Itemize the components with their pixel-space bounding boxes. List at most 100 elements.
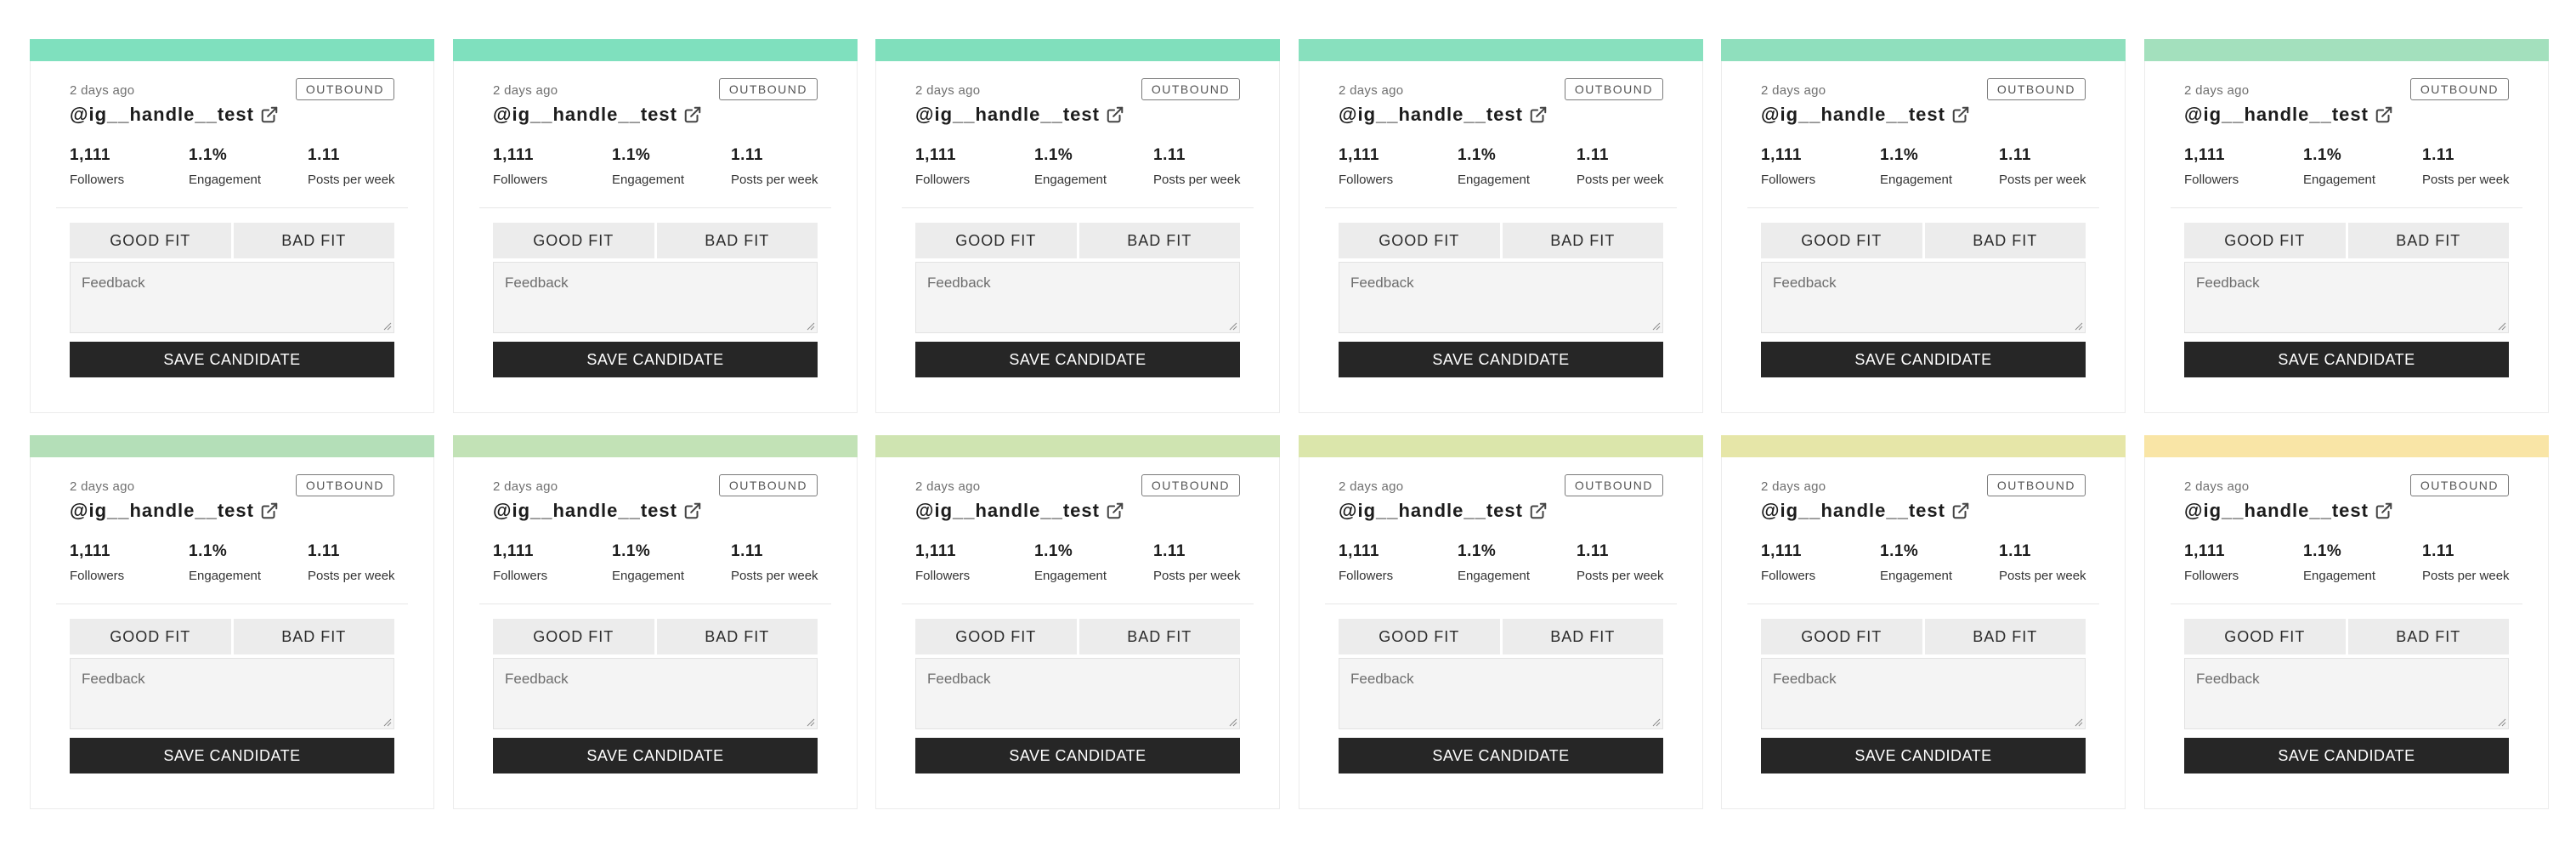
handle-link[interactable]: @ig__handle__test (70, 104, 279, 126)
feedback-textarea[interactable]: Feedback (2184, 262, 2509, 333)
feedback-textarea[interactable]: Feedback (493, 262, 818, 333)
good-fit-button[interactable]: GOOD FIT (70, 223, 231, 258)
save-candidate-button[interactable]: SAVE CANDIDATE (915, 738, 1240, 774)
handle-link[interactable]: @ig__handle__test (1339, 500, 1548, 522)
external-link-icon[interactable] (260, 105, 279, 124)
external-link-icon[interactable] (1529, 502, 1548, 520)
save-candidate-button[interactable]: SAVE CANDIDATE (1761, 738, 2086, 774)
candidate-card: 2 days ago OUTBOUND @ig__handle__test 1,… (2144, 435, 2549, 809)
external-link-icon[interactable] (683, 105, 702, 124)
feedback-textarea[interactable]: Feedback (1761, 262, 2086, 333)
resize-grip-icon[interactable] (807, 718, 815, 727)
resize-grip-icon[interactable] (2498, 322, 2506, 331)
bad-fit-button[interactable]: BAD FIT (233, 619, 394, 654)
feedback-textarea[interactable]: Feedback (493, 658, 818, 729)
external-link-icon[interactable] (1951, 502, 1970, 520)
handle-link[interactable]: @ig__handle__test (1761, 500, 1970, 522)
handle-link[interactable]: @ig__handle__test (915, 104, 1124, 126)
instagram-handle[interactable]: @ig__handle__test (1761, 500, 1945, 522)
save-candidate-button[interactable]: SAVE CANDIDATE (1339, 738, 1663, 774)
bad-fit-button[interactable]: BAD FIT (1924, 223, 2086, 258)
bad-fit-button[interactable]: BAD FIT (1079, 619, 1240, 654)
feedback-textarea[interactable]: Feedback (70, 262, 394, 333)
resize-grip-icon[interactable] (1652, 322, 1661, 331)
handle-link[interactable]: @ig__handle__test (2184, 104, 2393, 126)
instagram-handle[interactable]: @ig__handle__test (70, 500, 254, 522)
save-candidate-button[interactable]: SAVE CANDIDATE (70, 738, 394, 774)
handle-link[interactable]: @ig__handle__test (493, 104, 702, 126)
bad-fit-button[interactable]: BAD FIT (2347, 223, 2509, 258)
save-candidate-button[interactable]: SAVE CANDIDATE (493, 738, 818, 774)
handle-link[interactable]: @ig__handle__test (915, 500, 1124, 522)
feedback-textarea[interactable]: Feedback (70, 658, 394, 729)
resize-grip-icon[interactable] (2075, 322, 2083, 331)
instagram-handle[interactable]: @ig__handle__test (1761, 104, 1945, 126)
instagram-handle[interactable]: @ig__handle__test (493, 104, 677, 126)
external-link-icon[interactable] (260, 502, 279, 520)
feedback-textarea[interactable]: Feedback (1339, 262, 1663, 333)
good-fit-button[interactable]: GOOD FIT (915, 223, 1077, 258)
bad-fit-button[interactable]: BAD FIT (1924, 619, 2086, 654)
resize-grip-icon[interactable] (2075, 718, 2083, 727)
feedback-textarea[interactable]: Feedback (915, 262, 1240, 333)
engagement-label: Engagement (612, 569, 685, 583)
engagement-label: Engagement (1034, 173, 1107, 187)
save-candidate-button[interactable]: SAVE CANDIDATE (1761, 342, 2086, 377)
resize-grip-icon[interactable] (807, 322, 815, 331)
save-candidate-button[interactable]: SAVE CANDIDATE (493, 342, 818, 377)
good-fit-button[interactable]: GOOD FIT (1761, 223, 1922, 258)
good-fit-button[interactable]: GOOD FIT (1761, 619, 1922, 654)
good-fit-button[interactable]: GOOD FIT (1339, 223, 1500, 258)
save-candidate-button[interactable]: SAVE CANDIDATE (915, 342, 1240, 377)
external-link-icon[interactable] (2375, 105, 2393, 124)
external-link-icon[interactable] (1106, 105, 1124, 124)
handle-link[interactable]: @ig__handle__test (493, 500, 702, 522)
save-candidate-button[interactable]: SAVE CANDIDATE (2184, 342, 2509, 377)
instagram-handle[interactable]: @ig__handle__test (2184, 104, 2369, 126)
bad-fit-button[interactable]: BAD FIT (1502, 619, 1663, 654)
external-link-icon[interactable] (1951, 105, 1970, 124)
save-candidate-button[interactable]: SAVE CANDIDATE (70, 342, 394, 377)
instagram-handle[interactable]: @ig__handle__test (493, 500, 677, 522)
good-fit-button[interactable]: GOOD FIT (70, 619, 231, 654)
feedback-textarea[interactable]: Feedback (915, 658, 1240, 729)
save-candidate-button[interactable]: SAVE CANDIDATE (2184, 738, 2509, 774)
instagram-handle[interactable]: @ig__handle__test (2184, 500, 2369, 522)
good-fit-button[interactable]: GOOD FIT (1339, 619, 1500, 654)
handle-link[interactable]: @ig__handle__test (1761, 104, 1970, 126)
save-candidate-button[interactable]: SAVE CANDIDATE (1339, 342, 1663, 377)
resize-grip-icon[interactable] (2498, 718, 2506, 727)
instagram-handle[interactable]: @ig__handle__test (70, 104, 254, 126)
good-fit-button[interactable]: GOOD FIT (2184, 619, 2346, 654)
bad-fit-button[interactable]: BAD FIT (1502, 223, 1663, 258)
external-link-icon[interactable] (683, 502, 702, 520)
stat-engagement: 1.1% Engagement (1880, 146, 1952, 187)
resize-grip-icon[interactable] (383, 322, 392, 331)
handle-link[interactable]: @ig__handle__test (70, 500, 279, 522)
instagram-handle[interactable]: @ig__handle__test (1339, 104, 1523, 126)
instagram-handle[interactable]: @ig__handle__test (915, 104, 1100, 126)
feedback-textarea[interactable]: Feedback (1761, 658, 2086, 729)
instagram-handle[interactable]: @ig__handle__test (915, 500, 1100, 522)
bad-fit-button[interactable]: BAD FIT (656, 619, 818, 654)
external-link-icon[interactable] (1529, 105, 1548, 124)
handle-link[interactable]: @ig__handle__test (2184, 500, 2393, 522)
bad-fit-button[interactable]: BAD FIT (2347, 619, 2509, 654)
resize-grip-icon[interactable] (1652, 718, 1661, 727)
feedback-textarea[interactable]: Feedback (1339, 658, 1663, 729)
feedback-textarea[interactable]: Feedback (2184, 658, 2509, 729)
good-fit-button[interactable]: GOOD FIT (493, 223, 654, 258)
instagram-handle[interactable]: @ig__handle__test (1339, 500, 1523, 522)
bad-fit-button[interactable]: BAD FIT (1079, 223, 1240, 258)
resize-grip-icon[interactable] (383, 718, 392, 727)
bad-fit-button[interactable]: BAD FIT (233, 223, 394, 258)
external-link-icon[interactable] (2375, 502, 2393, 520)
good-fit-button[interactable]: GOOD FIT (2184, 223, 2346, 258)
bad-fit-button[interactable]: BAD FIT (656, 223, 818, 258)
good-fit-button[interactable]: GOOD FIT (493, 619, 654, 654)
handle-link[interactable]: @ig__handle__test (1339, 104, 1548, 126)
resize-grip-icon[interactable] (1229, 718, 1237, 727)
good-fit-button[interactable]: GOOD FIT (915, 619, 1077, 654)
external-link-icon[interactable] (1106, 502, 1124, 520)
resize-grip-icon[interactable] (1229, 322, 1237, 331)
